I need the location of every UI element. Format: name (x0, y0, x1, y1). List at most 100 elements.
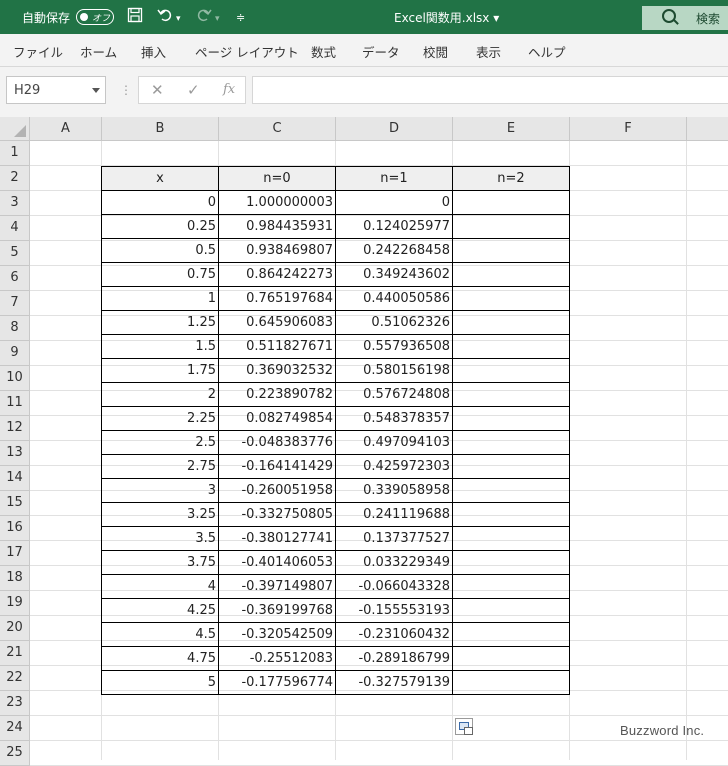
row-header[interactable]: 11 (0, 391, 30, 416)
tab-formulas[interactable]: 数式 (311, 42, 336, 61)
table-cell[interactable]: 0.349243602 (335, 262, 453, 287)
insert-function-icon[interactable]: fx (223, 82, 235, 97)
row-header[interactable]: 22 (0, 666, 30, 691)
table-cell[interactable]: 2.25 (101, 406, 219, 431)
redo-icon[interactable] (196, 7, 212, 27)
redo-dropdown-icon[interactable]: ▾ (215, 10, 220, 28)
chevron-down-icon[interactable] (92, 88, 100, 93)
table-cell[interactable]: 0.511827671 (218, 334, 336, 359)
tab-file[interactable]: ファイル (13, 42, 63, 61)
table-cell[interactable]: 2 (101, 382, 219, 407)
table-cell[interactable] (452, 502, 570, 527)
table-cell[interactable] (452, 454, 570, 479)
table-cell[interactable]: 1.000000003 (218, 190, 336, 215)
row-header[interactable]: 15 (0, 491, 30, 516)
table-cell[interactable]: 0.425972303 (335, 454, 453, 479)
table-cell[interactable]: 3 (101, 478, 219, 503)
table-cell[interactable] (452, 574, 570, 599)
table-cell[interactable] (452, 310, 570, 335)
column-header-a[interactable]: A (30, 117, 102, 141)
table-cell[interactable]: 0 (101, 190, 219, 215)
table-cell[interactable]: -0.289186799 (335, 646, 453, 671)
table-cell[interactable] (452, 214, 570, 239)
paste-options-icon[interactable] (455, 718, 473, 735)
table-cell[interactable]: -0.177596774 (218, 670, 336, 695)
row-header[interactable]: 4 (0, 216, 30, 241)
table-cell[interactable]: 0.25 (101, 214, 219, 239)
table-cell[interactable]: -0.155553193 (335, 598, 453, 623)
table-cell[interactable]: 0.223890782 (218, 382, 336, 407)
table-cell[interactable]: 4.25 (101, 598, 219, 623)
column-header-e[interactable]: E (453, 117, 570, 141)
table-header-cell[interactable]: n=0 (218, 166, 336, 191)
table-cell[interactable]: 0.765197684 (218, 286, 336, 311)
table-cell[interactable]: 0.580156198 (335, 358, 453, 383)
row-header[interactable]: 17 (0, 541, 30, 566)
table-cell[interactable]: -0.369199768 (218, 598, 336, 623)
table-cell[interactable]: -0.380127741 (218, 526, 336, 551)
tab-data[interactable]: データ (362, 42, 400, 61)
table-cell[interactable]: 0.984435931 (218, 214, 336, 239)
row-header[interactable]: 14 (0, 466, 30, 491)
table-cell[interactable]: 0.241119688 (335, 502, 453, 527)
table-cell[interactable]: 0.339058958 (335, 478, 453, 503)
table-cell[interactable]: -0.25512083 (218, 646, 336, 671)
worksheet-grid[interactable]: A B C D E F 1 2 3 4 5 6 7 8 9 10 11 12 13 14 15 16 17 18 1… (0, 117, 728, 766)
row-header[interactable]: 9 (0, 341, 30, 366)
table-cell[interactable]: -0.320542509 (218, 622, 336, 647)
row-header[interactable]: 7 (0, 291, 30, 316)
column-header-f[interactable]: F (570, 117, 687, 141)
table-cell[interactable]: -0.231060432 (335, 622, 453, 647)
row-header[interactable]: 24 (0, 716, 30, 741)
tab-page-layout[interactable]: ページ レイアウト (195, 42, 299, 61)
table-cell[interactable] (452, 190, 570, 215)
table-cell[interactable]: 0.242268458 (335, 238, 453, 263)
table-cell[interactable]: 0.369032532 (218, 358, 336, 383)
table-cell[interactable] (452, 670, 570, 695)
table-cell[interactable] (452, 622, 570, 647)
table-cell[interactable]: 0.75 (101, 262, 219, 287)
row-header[interactable]: 3 (0, 191, 30, 216)
row-header[interactable]: 5 (0, 241, 30, 266)
save-icon[interactable] (127, 7, 143, 27)
table-cell[interactable]: 0.124025977 (335, 214, 453, 239)
cancel-icon[interactable]: ✕ (151, 81, 164, 99)
row-header[interactable]: 18 (0, 566, 30, 591)
table-header-cell[interactable]: x (101, 166, 219, 191)
table-cell[interactable]: 0.497094103 (335, 430, 453, 455)
table-cell[interactable]: 2.5 (101, 430, 219, 455)
table-cell[interactable]: 0.557936508 (335, 334, 453, 359)
column-header-g[interactable] (687, 117, 728, 141)
table-cell[interactable]: 4 (101, 574, 219, 599)
table-cell[interactable]: 0.033229349 (335, 550, 453, 575)
name-box[interactable]: H29 (6, 76, 106, 104)
table-cell[interactable] (452, 646, 570, 671)
table-cell[interactable]: 0.440050586 (335, 286, 453, 311)
row-header[interactable]: 20 (0, 616, 30, 641)
table-cell[interactable]: 1.5 (101, 334, 219, 359)
table-cell[interactable]: 0.51062326 (335, 310, 453, 335)
table-cell[interactable] (452, 382, 570, 407)
row-header[interactable]: 23 (0, 691, 30, 716)
table-cell[interactable]: 0.864242273 (218, 262, 336, 287)
table-cell[interactable] (452, 406, 570, 431)
tab-insert[interactable]: 挿入 (141, 42, 166, 61)
column-header-d[interactable]: D (336, 117, 453, 141)
table-cell[interactable]: -0.397149807 (218, 574, 336, 599)
table-cell[interactable]: 0 (335, 190, 453, 215)
table-cell[interactable]: 4.75 (101, 646, 219, 671)
tab-review[interactable]: 校閲 (423, 42, 448, 61)
search-box[interactable]: 検索 (642, 6, 728, 30)
row-header[interactable]: 2 (0, 166, 30, 191)
table-cell[interactable]: 1.25 (101, 310, 219, 335)
row-header[interactable]: 1 (0, 141, 30, 166)
table-cell[interactable] (452, 286, 570, 311)
table-cell[interactable]: 1 (101, 286, 219, 311)
table-cell[interactable]: 0.576724808 (335, 382, 453, 407)
row-header[interactable]: 8 (0, 316, 30, 341)
autosave-toggle[interactable]: オフ (76, 9, 114, 25)
table-cell[interactable]: -0.066043328 (335, 574, 453, 599)
tab-home[interactable]: ホーム (80, 42, 117, 61)
row-header[interactable]: 21 (0, 641, 30, 666)
table-cell[interactable] (452, 358, 570, 383)
